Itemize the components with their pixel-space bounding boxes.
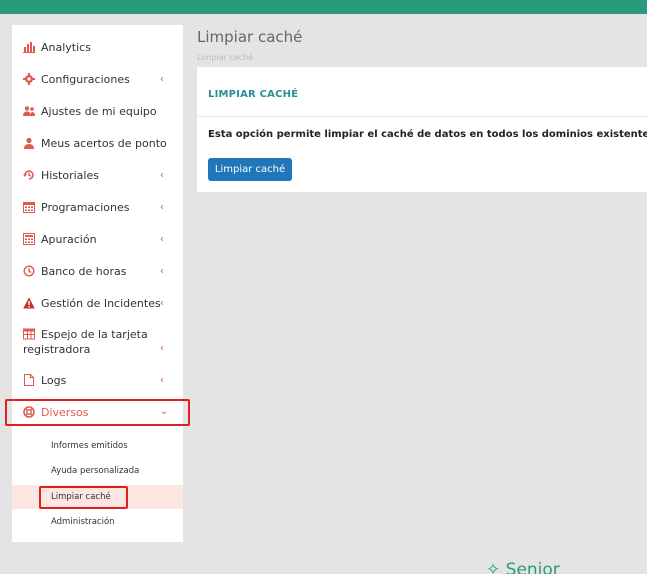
- clear-cache-button[interactable]: Limpiar caché: [208, 158, 292, 181]
- sidebar-item-historiales[interactable]: Historiales ‹: [12, 169, 183, 183]
- sidebar-item-espejo-tarjeta[interactable]: Espejo de la tarjeta registradora ‹: [12, 327, 183, 357]
- sidebar-item-logs[interactable]: Logs ‹: [12, 374, 183, 388]
- leaf-icon: ✧: [486, 560, 501, 574]
- subitem-administracion[interactable]: Administración: [12, 517, 183, 528]
- subitem-ayuda-personalizada[interactable]: Ayuda personalizada: [12, 466, 183, 477]
- subitem-label: Informes emitidos: [51, 441, 128, 451]
- sidebar-item-label: Banco de horas: [41, 265, 127, 278]
- sidebar-item-gestion-incidentes[interactable]: Gestión de Incidentes ‹: [12, 297, 183, 311]
- sidebar-item-label: Analytics: [41, 41, 91, 54]
- cache-card: LIMPIAR CACHÉ Esta opción permite limpia…: [197, 67, 647, 192]
- sidebar-item-label: Historiales: [41, 169, 99, 182]
- chevron-left-icon: ‹: [160, 375, 164, 386]
- calculator-icon: [23, 233, 35, 245]
- gear-icon: [23, 73, 35, 85]
- highlight-box-diversos: [5, 399, 190, 426]
- sidebar-item-configuraciones[interactable]: Configuraciones ‹: [12, 73, 183, 87]
- chevron-left-icon: ‹: [160, 234, 164, 245]
- sidebar-item-meus-acertos[interactable]: Meus acertos de ponto: [12, 137, 183, 151]
- chevron-left-icon: ‹: [160, 74, 164, 85]
- sidebar-item-analytics[interactable]: Analytics: [12, 41, 183, 55]
- card-divider: [197, 116, 647, 117]
- chevron-left-icon: ‹: [160, 266, 164, 277]
- logo-text: Senior: [505, 560, 560, 574]
- sidebar-item-label: Espejo de la tarjeta registradora: [23, 328, 148, 356]
- card-title: LIMPIAR CACHÉ: [208, 89, 299, 100]
- chevron-left-icon: ‹: [160, 343, 164, 354]
- senior-logo: ✧ Senior: [486, 560, 560, 574]
- sidebar-item-label: Programaciones: [41, 201, 130, 214]
- highlight-box-limpiar-cache: [39, 486, 128, 509]
- sidebar-item-label: Logs: [41, 374, 67, 387]
- users-icon: [23, 105, 35, 117]
- page-title: Limpiar caché: [197, 28, 303, 46]
- chevron-left-icon: ‹: [160, 170, 164, 181]
- sidebar-item-banco-horas[interactable]: Banco de horas ‹: [12, 265, 183, 279]
- top-bar: [0, 0, 647, 14]
- history-icon: [23, 169, 35, 181]
- sidebar-item-ajustes-equipo[interactable]: Ajustes de mi equipo: [12, 105, 183, 119]
- sidebar-item-label: Gestión de Incidentes: [41, 297, 161, 310]
- sidebar-item-label: Apuración: [41, 233, 97, 246]
- subitem-label: Ayuda personalizada: [51, 466, 140, 476]
- subitem-label: Administración: [51, 517, 115, 527]
- bar-chart-icon: [23, 41, 35, 53]
- breadcrumb[interactable]: Limpiar caché: [197, 53, 253, 62]
- file-icon: [23, 374, 35, 386]
- chevron-left-icon: ‹: [160, 202, 164, 213]
- card-description: Esta opción permite limpiar el caché de …: [208, 129, 647, 140]
- sidebar-item-label: Meus acertos de ponto: [41, 137, 167, 150]
- sidebar-item-label: Configuraciones: [41, 73, 130, 86]
- sidebar-item-programaciones[interactable]: Programaciones ‹: [12, 201, 183, 215]
- calendar-icon: [23, 201, 35, 213]
- chevron-left-icon: ‹: [160, 298, 164, 309]
- warning-icon: [23, 297, 35, 309]
- sidebar: Analytics Configuraciones ‹ Ajustes de m…: [12, 25, 183, 542]
- sidebar-item-apuracion[interactable]: Apuración ‹: [12, 233, 183, 247]
- user-icon: [23, 137, 35, 149]
- subitem-informes-emitidos[interactable]: Informes emitidos: [12, 441, 183, 452]
- sidebar-item-label: Ajustes de mi equipo: [41, 105, 157, 118]
- clock-icon: [23, 265, 35, 277]
